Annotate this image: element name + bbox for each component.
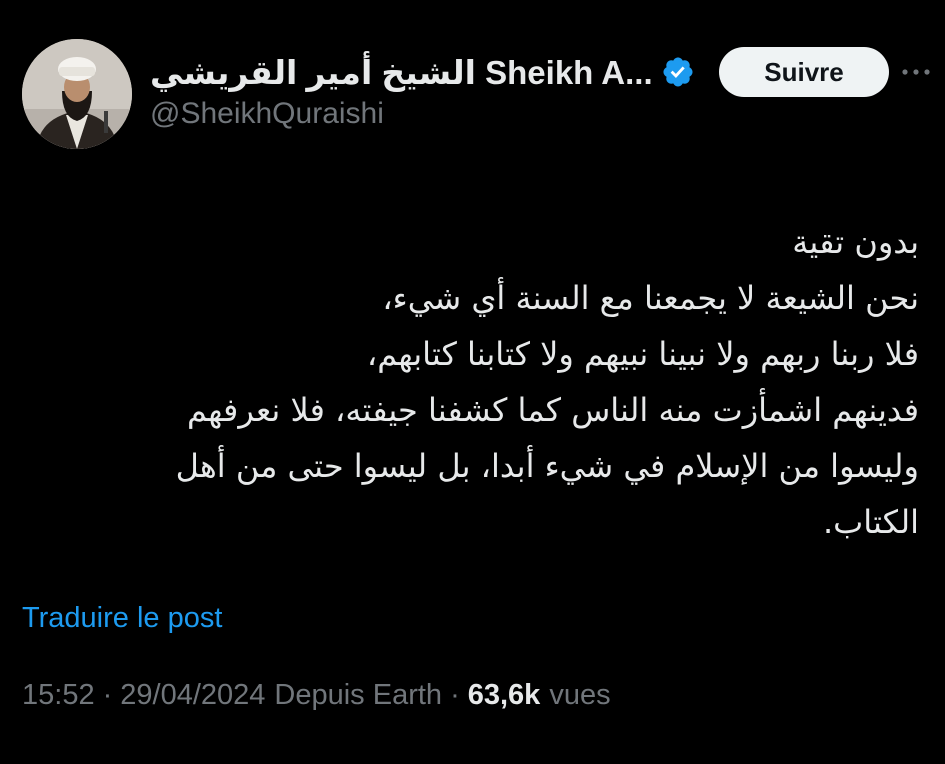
author-display-name[interactable]: الشيخ أمير القريشي Sheikh A... xyxy=(150,53,653,92)
tweet-line: وليسوا من الإسلام في شيء أبدا، بل ليسوا … xyxy=(175,447,919,485)
tweet-line: نحن الشيعة لا يجمعنا مع السنة أي شيء، xyxy=(382,279,919,317)
author-handle[interactable]: @SheikhQuraishi xyxy=(150,97,384,131)
views-label: vues xyxy=(549,678,611,711)
tweet-line: فدينهم اشمأزت منه الناس كما كشفنا جيفته،… xyxy=(186,391,919,429)
tweet-source: Depuis Earth xyxy=(274,678,443,711)
meta-separator: · xyxy=(450,678,460,711)
views-count[interactable]: 63,6k xyxy=(468,679,541,712)
translate-post-link[interactable]: Traduire le post xyxy=(22,602,222,635)
tweet-card: الشيخ أمير القريشي Sheikh A... @SheikhQu… xyxy=(0,0,945,764)
tweet-line: فلا ربنا ربهم ولا نبينا نبيهم ولا كتابنا… xyxy=(366,335,919,373)
verified-badge-icon[interactable] xyxy=(661,55,695,89)
meta-separator: · xyxy=(102,678,113,711)
tweet-date[interactable]: 29/04/2024 xyxy=(120,679,265,712)
author-name-row: الشيخ أمير القريشي Sheikh A... xyxy=(150,50,695,94)
tweet-time[interactable]: 15:52 xyxy=(22,679,95,712)
tweet-line: الكتاب. xyxy=(822,503,919,541)
tweet-text: بدون تقية نحن الشيعة لا يجمعنا مع السنة … xyxy=(59,214,919,550)
more-options-button[interactable] xyxy=(896,58,936,86)
tweet-meta: 15:52 · 29/04/2024 Depuis Earth · 63,6k … xyxy=(22,675,611,715)
cleric-portrait-avatar xyxy=(22,39,132,149)
tweet-line: بدون تقية xyxy=(792,223,919,261)
more-options-icon xyxy=(902,69,930,75)
avatar[interactable] xyxy=(22,39,132,149)
follow-button[interactable]: Suivre xyxy=(719,47,889,97)
